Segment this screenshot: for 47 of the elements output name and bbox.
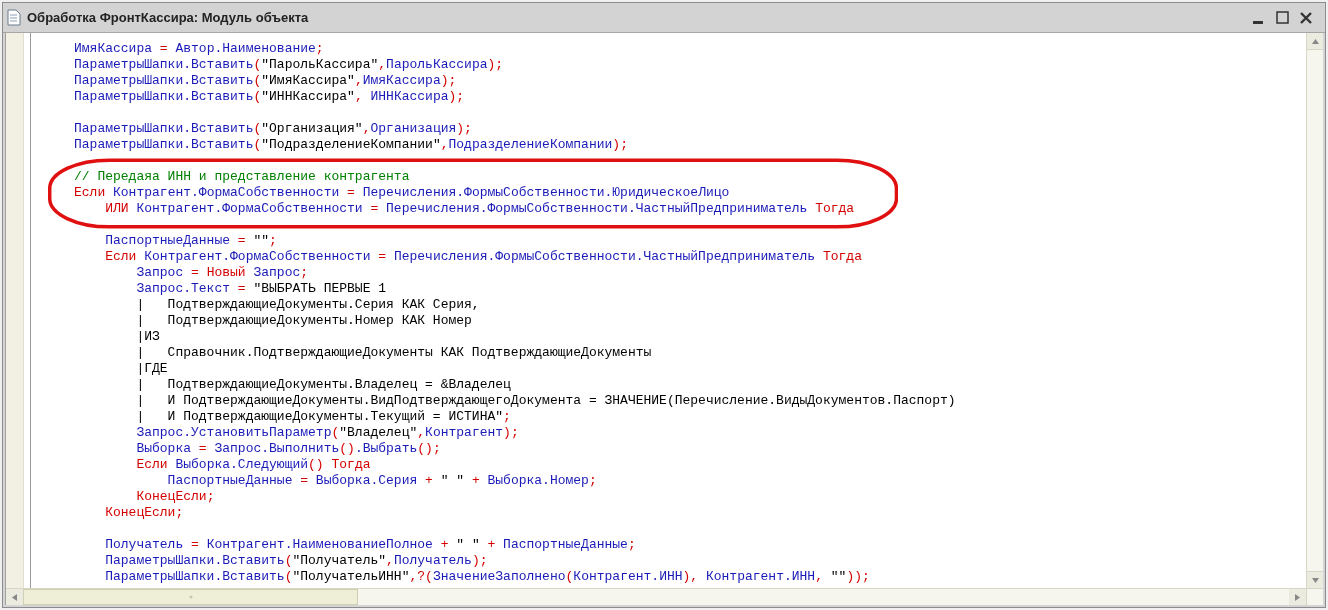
scroll-left-button[interactable] — [6, 589, 23, 605]
code-line: | ПодтверждающиеДокументы.Серия КАК Серия, — [135, 297, 480, 313]
code-line: Запрос = Новый Запрос; — [135, 265, 309, 281]
minimize-icon — [1253, 20, 1263, 24]
window-title: Обработка ФронтКассира: Модуль объекта — [27, 8, 309, 27]
code-line: Запрос.Текст = "ВЫБРАТЬ ПЕРВЫЕ 1 — [135, 281, 387, 297]
code-line: |ИЗ — [135, 329, 160, 345]
code-line: ПараметрыШапки.Вставить("Получатель",Получатель); — [104, 553, 488, 569]
code-line: | И ПодтверждающиеДокументы.Текущий = ИСТИНА"; — [135, 409, 511, 425]
code-line: ПараметрыШапки.Вставить("ПолучательИНН",?(ЗначениеЗаполнено(Контрагент.ИНН), Контрагент.ИНН, "")); — [104, 569, 870, 585]
code-line: | И ПодтверждающиеДокументы.ВидПодтверждающегоДокумента = ЗНАЧЕНИЕ(Перечисление.ВидыДокументов.Паспорт) — [135, 393, 956, 409]
code-line: |ГДЕ — [135, 361, 168, 377]
vertical-scrollbar[interactable] — [1306, 33, 1323, 588]
code-line: ПараметрыШапки.Вставить("ПодразделениеКомпании",ПодразделениеКомпании); — [74, 137, 628, 153]
scroll-up-button[interactable] — [1307, 33, 1323, 50]
code-line: | Справочник.ПодтверждающиеДокументы КАК ПодтверждающиеДокументы — [135, 345, 652, 361]
code-line: КонецЕсли; — [135, 489, 215, 505]
document-icon — [7, 9, 21, 26]
code-line: ПаспортныеДанные = ""; — [104, 233, 277, 249]
code-line: ПаспортныеДанные = Выборка.Серия + " " + Выборка.Номер; — [166, 473, 597, 489]
code-line: Запрос.УстановитьПараметр("Владелец",Контрагент); — [135, 425, 519, 441]
code-line: // Передаяа ИНН и представление контрагента — [74, 169, 410, 185]
code-line: Выборка = Запрос.Выполнить().Выбрать(); — [135, 441, 441, 457]
code-line: ИЛИ Контрагент.ФормаСобственности = Перечисления.ФормыСобственности.ЧастныйПредприниматель Тогда — [104, 201, 855, 217]
code-line: Если Контрагент.ФормаСобственности = Перечисления.ФормыСобственности.ЧастныйПредприниматель Тогда — [104, 249, 862, 265]
close-icon — [1300, 11, 1312, 24]
scroll-right-button[interactable] — [1289, 589, 1306, 605]
code-line: ИмяКассира = Автор.Наименование; — [74, 41, 324, 57]
maximize-icon — [1275, 11, 1289, 24]
left-arrow-icon — [12, 593, 17, 601]
code-line: | ПодтверждающиеДокументы.Номер КАК Номер — [135, 313, 472, 329]
code-line: ПараметрыШапки.Вставить("ИмяКассира",ИмяКассира); — [74, 73, 457, 89]
maximize-button[interactable] — [1273, 8, 1291, 27]
down-arrow-icon — [1311, 577, 1319, 583]
code-line: Если Выборка.Следующий() Тогда — [135, 457, 371, 473]
right-arrow-icon — [1295, 593, 1300, 601]
code-line: Если Контрагент.ФормаСобственности = Перечисления.ФормыСобственности.ЮридическоеЛицо — [74, 185, 730, 201]
code-line: ПараметрыШапки.Вставить("ПарольКассира",ПарольКассира); — [74, 57, 504, 73]
code-line: ПараметрыШапки.Вставить("ИННКассира", ИННКассира); — [74, 89, 465, 105]
code-line: Получатель = Контрагент.НаименованиеПолное + " " + ПаспортныеДанные; — [104, 537, 636, 553]
up-arrow-icon — [1311, 38, 1319, 44]
code-line: | ПодтверждающиеДокументы.Владелец = &Владелец — [135, 377, 511, 393]
scroll-down-button[interactable] — [1307, 571, 1323, 588]
code-line: КонецЕсли; — [104, 505, 184, 521]
code-line: ПараметрыШапки.Вставить("Организация",Организация); — [74, 121, 472, 137]
horizontal-scrollbar[interactable] — [6, 589, 1306, 605]
scroll-thumb[interactable] — [23, 589, 358, 605]
